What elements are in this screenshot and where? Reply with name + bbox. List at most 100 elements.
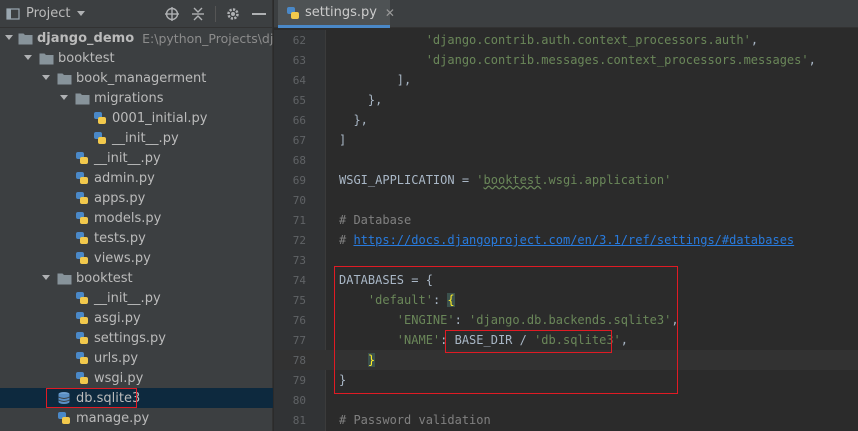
- code-line[interactable]: 62 'django.contrib.auth.context_processo…: [274, 30, 858, 50]
- tree-item-label: models.py: [94, 210, 162, 226]
- fold-marker[interactable]: [308, 330, 326, 350]
- tree-item-label: 0001_initial.py: [112, 110, 208, 126]
- code-line[interactable]: 67]: [274, 130, 858, 150]
- fold-marker[interactable]: [308, 110, 326, 130]
- fold-marker[interactable]: [308, 390, 326, 410]
- project-panel: Project django_demo E:\python_Projects\dj…: [0, 0, 305, 431]
- code-text: ]: [339, 133, 347, 147]
- code-line[interactable]: 64 ],: [274, 70, 858, 90]
- code-line[interactable]: 76 'ENGINE': 'django.db.backends.sqlite3…: [274, 310, 858, 330]
- line-number: 70: [292, 193, 306, 207]
- fold-marker[interactable]: [308, 50, 326, 70]
- fold-marker[interactable]: [308, 150, 326, 170]
- code-line[interactable]: 78 }: [274, 350, 858, 370]
- python-file-icon: [56, 410, 72, 426]
- tree-file[interactable]: __init__.py: [0, 148, 273, 168]
- code-line[interactable]: 80: [274, 390, 858, 410]
- fold-marker[interactable]: [308, 90, 326, 110]
- tree-item-label: admin.py: [94, 170, 155, 186]
- tree-item-label: django_demo: [37, 30, 135, 46]
- chevron-down-icon[interactable]: [40, 72, 52, 84]
- python-file-icon: [74, 190, 90, 206]
- tree-file[interactable]: wsgi.py: [0, 368, 273, 388]
- python-file-icon: [74, 250, 90, 266]
- fold-marker[interactable]: [308, 190, 326, 210]
- fold-marker[interactable]: [308, 270, 326, 290]
- code-line[interactable]: 79}: [274, 370, 858, 390]
- close-icon[interactable]: ✕: [385, 6, 395, 20]
- code-line[interactable]: 72 # https://docs.djangoproject.com/en/3.…: [274, 230, 858, 250]
- chevron-down-icon[interactable]: [40, 272, 52, 284]
- fold-marker[interactable]: [308, 70, 326, 90]
- tree-file[interactable]: urls.py: [0, 348, 273, 368]
- tree-folder[interactable]: booktest: [0, 48, 273, 68]
- line-number: 74: [292, 273, 306, 287]
- code-text: }: [339, 373, 347, 387]
- code-line[interactable]: 65 },: [274, 90, 858, 110]
- chevron-down-icon[interactable]: [4, 32, 14, 44]
- python-file-icon: [74, 150, 90, 166]
- gear-icon[interactable]: [222, 3, 244, 25]
- fold-marker[interactable]: [308, 310, 326, 330]
- line-number: 77: [292, 333, 306, 347]
- collapse-all-icon[interactable]: [187, 3, 209, 25]
- fold-marker[interactable]: [308, 350, 326, 370]
- fold-marker[interactable]: [308, 370, 326, 390]
- tree-file[interactable]: __init__.py: [0, 128, 273, 148]
- fold-marker[interactable]: [308, 290, 326, 310]
- tree-file[interactable]: settings.py: [0, 328, 273, 348]
- tab-settings-py[interactable]: settings.py ✕: [278, 0, 395, 28]
- code-line[interactable]: 74 DATABASES = {: [274, 270, 858, 290]
- fold-marker[interactable]: [308, 410, 326, 430]
- tree-file[interactable]: apps.py: [0, 188, 273, 208]
- tree-item-label: __init__.py: [112, 130, 179, 146]
- python-file-icon: [74, 370, 90, 386]
- tree-file[interactable]: __init__.py: [0, 288, 273, 308]
- code-line[interactable]: 73: [274, 250, 858, 270]
- code-line[interactable]: 75 'default': {: [274, 290, 858, 310]
- fold-marker[interactable]: [308, 230, 326, 250]
- tree-folder[interactable]: django_demo E:\python_Projects\django: [0, 28, 305, 48]
- line-number: 78: [292, 353, 306, 367]
- fold-marker[interactable]: [308, 170, 326, 190]
- project-view-title[interactable]: Project: [26, 6, 70, 21]
- tree-item-label: settings.py: [94, 330, 166, 346]
- fold-marker[interactable]: [308, 130, 326, 150]
- tree-folder[interactable]: migrations: [0, 88, 273, 108]
- chevron-down-icon[interactable]: [58, 92, 70, 104]
- code-text: 'NAME': BASE_DIR / 'db.sqlite3',: [396, 333, 629, 347]
- code-line[interactable]: 81 # Password validation: [274, 410, 858, 430]
- fold-marker[interactable]: [308, 30, 326, 50]
- code-area[interactable]: 62 'django.contrib.auth.context_processo…: [274, 30, 858, 431]
- tree-folder[interactable]: book_managerment: [0, 68, 273, 88]
- python-file-icon: [92, 110, 108, 126]
- tree-file[interactable]: admin.py: [0, 168, 273, 188]
- code-line[interactable]: 70: [274, 190, 858, 210]
- tree-file[interactable]: asgi.py: [0, 308, 273, 328]
- code-line[interactable]: 66 },: [274, 110, 858, 130]
- code-line[interactable]: 71 # Database: [274, 210, 858, 230]
- tree-file[interactable]: views.py: [0, 248, 273, 268]
- tree-item-label: migrations: [94, 90, 164, 106]
- tree-file[interactable]: tests.py: [0, 228, 273, 248]
- tree-item-label: wsgi.py: [94, 370, 144, 386]
- hide-icon[interactable]: [248, 3, 270, 25]
- tree-file[interactable]: models.py: [0, 208, 273, 228]
- fold-marker[interactable]: [308, 210, 326, 230]
- python-file-icon: [74, 310, 90, 326]
- chevron-down-icon[interactable]: [22, 52, 34, 64]
- tree-file[interactable]: manage.py: [0, 408, 273, 428]
- folder-icon: [74, 90, 90, 106]
- code-line[interactable]: 68: [274, 150, 858, 170]
- code-line[interactable]: 77 'NAME': BASE_DIR / 'db.sqlite3',: [274, 330, 858, 350]
- code-line[interactable]: 63 'django.contrib.messages.context_proc…: [274, 50, 858, 70]
- fold-marker[interactable]: [308, 250, 326, 270]
- code-text: 'django.contrib.auth.context_processors.…: [425, 33, 759, 47]
- tree-folder[interactable]: booktest: [0, 268, 273, 288]
- tree-file[interactable]: 0001_initial.py: [0, 108, 273, 128]
- chevron-down-icon[interactable]: [76, 10, 86, 18]
- tree-file[interactable]: db.sqlite3: [0, 388, 273, 408]
- code-line[interactable]: 69 WSGI_APPLICATION = 'booktest.wsgi.appl…: [274, 170, 858, 190]
- line-number: 67: [292, 133, 306, 147]
- locate-icon[interactable]: [161, 3, 183, 25]
